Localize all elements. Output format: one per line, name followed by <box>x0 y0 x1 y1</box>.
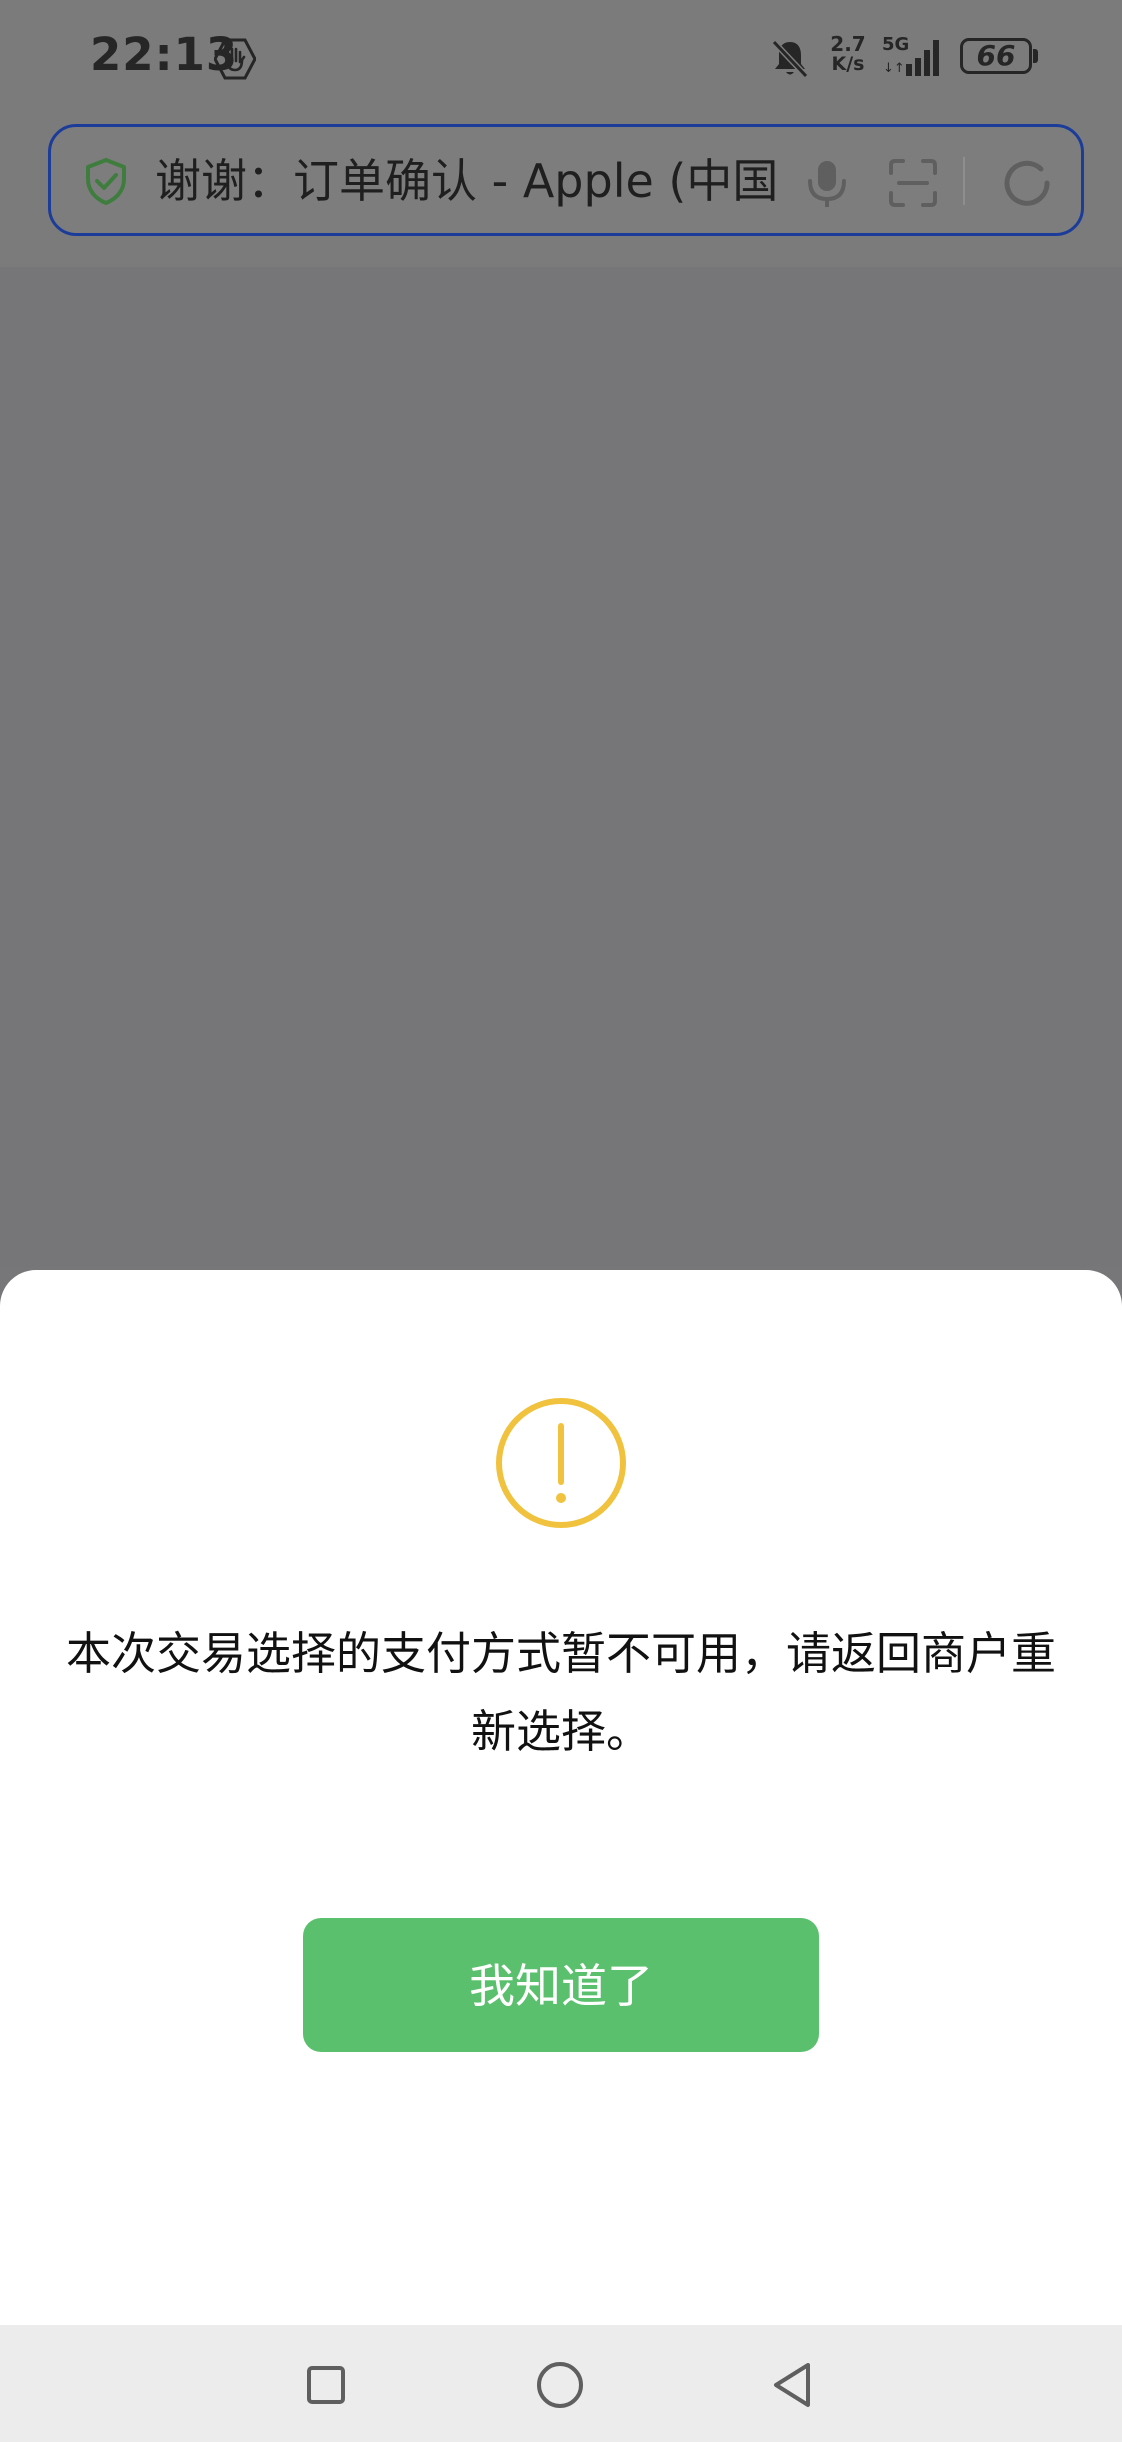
svg-text:↓↑: ↓↑ <box>883 61 905 76</box>
system-nav-bar <box>0 2325 1122 2442</box>
scan-icon[interactable] <box>885 155 941 211</box>
net-speed-value: 2.7 <box>830 32 866 56</box>
battery-tip <box>1033 49 1038 63</box>
alert-sheet: 本次交易选择的支付方式暂不可用，请返回商户重新选择。 我知道了 <box>0 1270 1122 2325</box>
home-icon[interactable] <box>536 2361 584 2409</box>
shield-icon <box>86 158 126 205</box>
net-speed-unit: K/s <box>831 53 865 75</box>
net-speed: 2.7 K/s <box>826 34 870 74</box>
warning-icon <box>496 1398 626 1528</box>
refresh-icon[interactable] <box>997 153 1057 213</box>
address-bar[interactable]: 谢谢：订单确认 - Apple (中国 <box>48 124 1084 236</box>
toolbar-divider <box>963 157 965 205</box>
battery-icon: 66 <box>960 38 1032 74</box>
signal-indicator: 5G ↓↑ <box>880 34 946 78</box>
recent-apps-icon[interactable] <box>306 2365 346 2405</box>
mic-icon[interactable] <box>799 155 855 211</box>
page-title[interactable]: 谢谢：订单确认 - Apple (中国 <box>155 151 835 211</box>
page-content-overlay <box>0 267 1122 1267</box>
bell-off-icon <box>771 39 809 79</box>
signal-icon: ↓↑ <box>883 40 939 76</box>
back-icon[interactable] <box>770 2361 814 2409</box>
status-bar: 22:13 2.7 K/s 5G ↓↑ 66 <box>0 0 1122 115</box>
hand-icon <box>214 38 256 80</box>
browser-toolbar: 谢谢：订单确认 - Apple (中国 <box>0 115 1122 267</box>
acknowledge-button[interactable]: 我知道了 <box>303 1918 819 2052</box>
battery-level: 66 <box>976 39 1016 72</box>
alert-message: 本次交易选择的支付方式暂不可用，请返回商户重新选择。 <box>65 1627 1056 1758</box>
